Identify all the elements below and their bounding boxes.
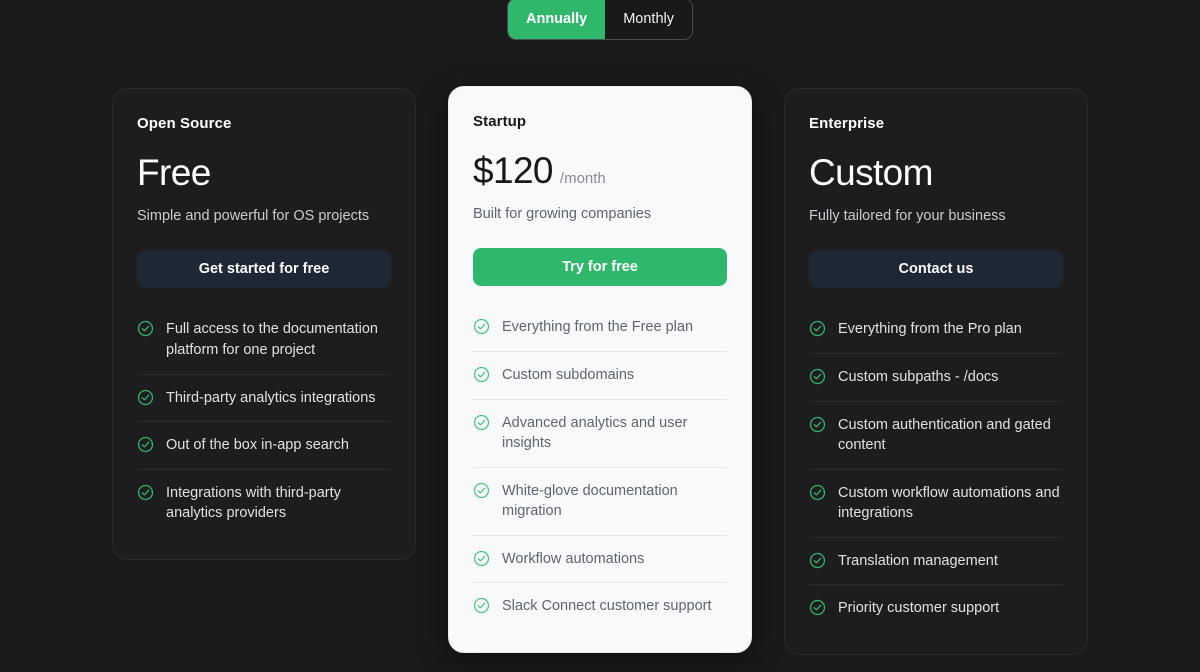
list-item: Custom subpaths - /docs bbox=[809, 352, 1063, 401]
plan-price: Free bbox=[137, 152, 211, 193]
feature-text: White-glove documentation migration bbox=[502, 482, 678, 520]
feature-list: Everything from the Free plan Custom sub… bbox=[473, 304, 727, 630]
list-item: Everything from the Pro plan bbox=[809, 306, 1063, 353]
list-item: Custom workflow automations and integrat… bbox=[809, 468, 1063, 537]
feature-text: Custom subpaths - /docs bbox=[838, 368, 999, 385]
plan-tagline: Fully tailored for your business bbox=[809, 207, 1006, 224]
cta-button-contact-us[interactable]: Contact us bbox=[809, 250, 1063, 289]
feature-text: Priority customer support bbox=[838, 600, 1000, 617]
pricing-card-startup: Startup $120 /month Built for growing co… bbox=[448, 86, 752, 654]
feature-text: Custom subdomains bbox=[502, 366, 635, 383]
check-circle-icon bbox=[473, 550, 490, 567]
list-item: Translation management bbox=[809, 536, 1063, 585]
feature-text: Translation management bbox=[838, 552, 998, 569]
list-item: Slack Connect customer support bbox=[473, 582, 727, 630]
pricing-card-enterprise: Enterprise Custom Fully tailored for you… bbox=[784, 88, 1088, 656]
plan-name: Open Source bbox=[137, 115, 232, 132]
list-item: Custom authentication and gated content bbox=[809, 400, 1063, 469]
plan-tagline: Built for growing companies bbox=[473, 205, 652, 222]
feature-text: Custom workflow automations and integrat… bbox=[838, 484, 1060, 522]
feature-text: Third-party analytics integrations bbox=[166, 389, 376, 406]
check-circle-icon bbox=[809, 599, 826, 616]
price-row: $120 /month bbox=[473, 150, 727, 191]
feature-text: Advanced analytics and user insights bbox=[502, 414, 688, 452]
feature-list: Everything from the Pro plan Custom subp… bbox=[809, 306, 1063, 632]
plan-period: /month bbox=[559, 170, 606, 187]
list-item: Custom subdomains bbox=[473, 350, 727, 399]
pricing-cards-container: Open Source Free Simple and powerful for… bbox=[0, 0, 1200, 672]
check-circle-icon bbox=[137, 484, 154, 501]
feature-text: Out of the box in-app search bbox=[166, 437, 349, 454]
feature-text: Slack Connect customer support bbox=[502, 598, 712, 615]
check-circle-icon bbox=[809, 368, 826, 385]
check-circle-icon bbox=[137, 436, 154, 453]
plan-tagline: Simple and powerful for OS projects bbox=[137, 207, 370, 224]
feature-text: Everything from the Free plan bbox=[502, 319, 694, 336]
plan-price: $120 bbox=[473, 150, 554, 191]
check-circle-icon bbox=[809, 416, 826, 433]
check-circle-icon bbox=[473, 366, 490, 383]
feature-text: Full access to the documentation platfor… bbox=[166, 321, 378, 358]
plan-name: Enterprise bbox=[809, 115, 885, 132]
list-item: Everything from the Free plan bbox=[473, 304, 727, 351]
feature-text: Workflow automations bbox=[502, 550, 645, 567]
check-circle-icon bbox=[809, 320, 826, 337]
check-circle-icon bbox=[473, 414, 490, 431]
check-circle-icon bbox=[809, 484, 826, 501]
feature-text: Custom authentication and gated content bbox=[838, 416, 1051, 454]
check-circle-icon bbox=[473, 318, 490, 335]
plan-price: Custom bbox=[809, 152, 933, 193]
list-item: Workflow automations bbox=[473, 534, 727, 583]
list-item: Third-party analytics integrations bbox=[137, 373, 391, 422]
cta-button-try-for-free[interactable]: Try for free bbox=[473, 248, 727, 287]
feature-text: Integrations with third-party analytics … bbox=[166, 484, 341, 522]
pricing-card-open-source: Open Source Free Simple and powerful for… bbox=[112, 88, 416, 560]
check-circle-icon bbox=[473, 482, 490, 499]
cta-button-get-started-for-free[interactable]: Get started for free bbox=[137, 250, 391, 289]
list-item: Full access to the documentation platfor… bbox=[137, 306, 391, 373]
check-circle-icon bbox=[809, 552, 826, 569]
check-circle-icon bbox=[137, 320, 154, 337]
plan-name: Startup bbox=[473, 113, 527, 130]
check-circle-icon bbox=[473, 597, 490, 614]
price-row: Custom bbox=[809, 152, 1063, 193]
feature-list: Full access to the documentation platfor… bbox=[137, 306, 391, 536]
check-circle-icon bbox=[137, 389, 154, 406]
list-item: Advanced analytics and user insights bbox=[473, 398, 727, 467]
list-item: Out of the box in-app search bbox=[137, 421, 391, 469]
list-item: White-glove documentation migration bbox=[473, 466, 727, 535]
list-item: Priority customer support bbox=[809, 584, 1063, 632]
list-item: Integrations with third-party analytics … bbox=[137, 468, 391, 537]
feature-text: Everything from the Pro plan bbox=[838, 321, 1022, 338]
price-row: Free bbox=[137, 152, 391, 193]
